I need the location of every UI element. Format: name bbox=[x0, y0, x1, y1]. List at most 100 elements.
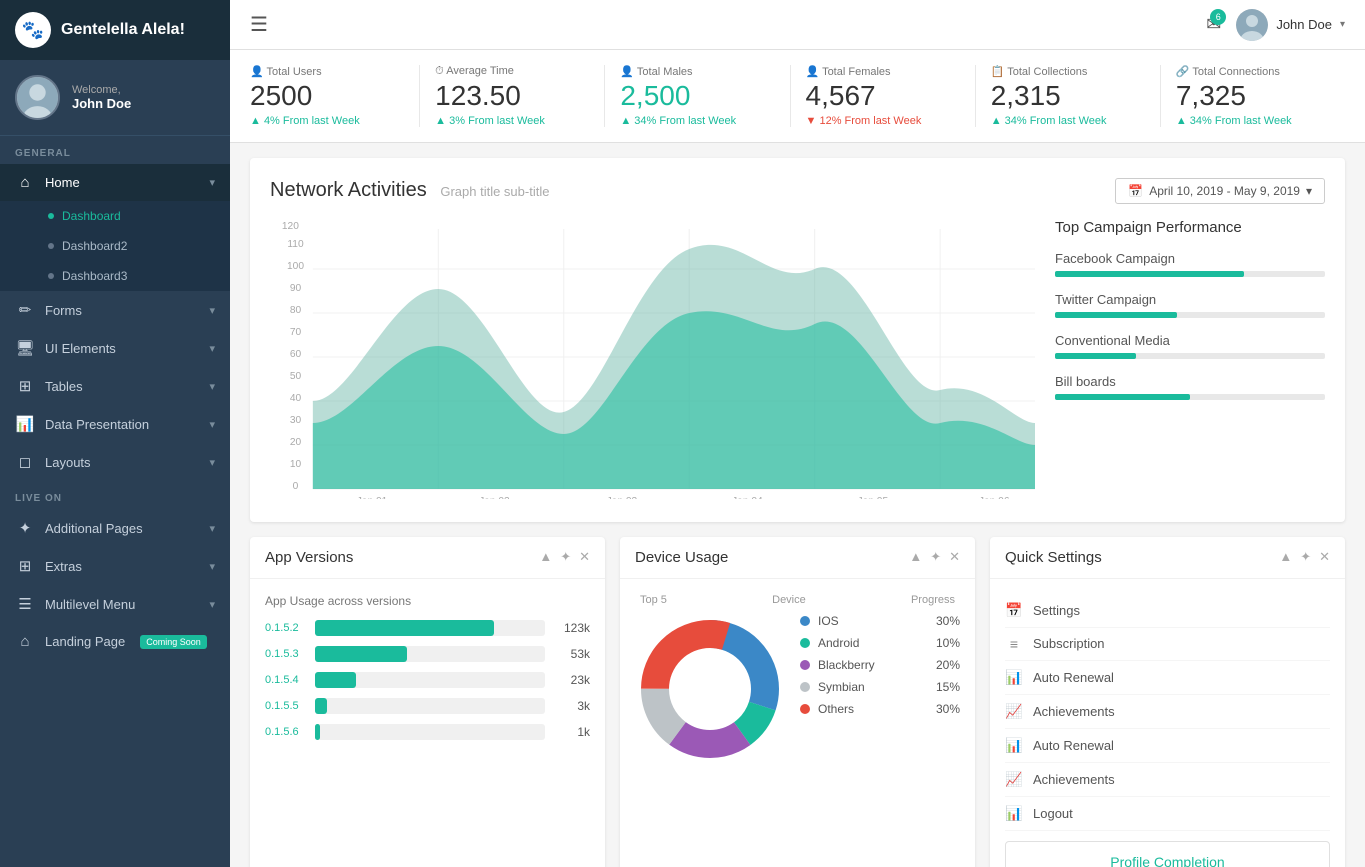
date-range-button[interactable]: 📅 April 10, 2019 - May 9, 2019 ▾ bbox=[1115, 178, 1325, 204]
chevron-up-icon-qs[interactable]: ▲ bbox=[1279, 549, 1292, 565]
network-subtitle: Graph title sub-title bbox=[440, 184, 549, 199]
notifications-button[interactable]: ✉ 6 bbox=[1206, 14, 1221, 35]
stat-change-1: ▲ 3% From last Week bbox=[435, 115, 589, 127]
version-bar-fill-4 bbox=[315, 724, 320, 740]
sidebar-item-forms[interactable]: ✏ Forms ▾ bbox=[0, 291, 230, 329]
sidebar-item-tables[interactable]: ⊞ Tables ▾ bbox=[0, 367, 230, 405]
settings-item-3[interactable]: 📈 Achievements bbox=[1005, 695, 1330, 729]
version-bar-bg-4 bbox=[315, 724, 545, 740]
stat-change-5: ▲ 34% From last Week bbox=[1176, 115, 1330, 127]
network-activities-card: Network Activities Graph title sub-title… bbox=[250, 158, 1345, 522]
stat-value-3: 4,567 bbox=[806, 81, 960, 112]
app-name: Gentelella Alela! bbox=[61, 21, 185, 39]
stat-change-2: ▲ 34% From last Week bbox=[620, 115, 774, 127]
sidebar-sub-item-dashboard[interactable]: Dashboard bbox=[0, 201, 230, 231]
sidebar-logo[interactable]: 🐾 Gentelella Alela! bbox=[0, 0, 230, 60]
svg-text:Jan 04: Jan 04 bbox=[732, 496, 763, 499]
device-name-3: Symbian bbox=[818, 680, 928, 694]
version-num-4: 0.1.5.6 bbox=[265, 726, 305, 738]
version-bar-fill-2 bbox=[315, 672, 356, 688]
sidebar-item-multilevel[interactable]: ☰ Multilevel Menu ▾ bbox=[0, 585, 230, 623]
device-list: IOS 30% Android 10% Blackberry 20% Symbi… bbox=[800, 614, 960, 724]
settings-item-icon-2: 📊 bbox=[1005, 669, 1023, 686]
campaign-item-0: Facebook Campaign bbox=[1055, 251, 1325, 277]
settings-item-5[interactable]: 📈 Achievements bbox=[1005, 763, 1330, 797]
version-bar-bg-2 bbox=[315, 672, 545, 688]
svg-text:0: 0 bbox=[293, 481, 299, 492]
settings-item-label-6: Logout bbox=[1033, 806, 1073, 821]
svg-text:Jan 01: Jan 01 bbox=[357, 496, 388, 499]
wrench-icon-av[interactable]: ✦ bbox=[560, 549, 571, 565]
sidebar-sub-item-dashboard3[interactable]: Dashboard3 bbox=[0, 261, 230, 291]
quick-settings-title: Quick Settings bbox=[1005, 549, 1102, 566]
hamburger-button[interactable]: ☰ bbox=[250, 12, 268, 37]
notification-badge: 6 bbox=[1210, 9, 1226, 25]
profile-completion-widget: Profile Completion 3,200% 100% bbox=[1005, 841, 1330, 867]
device-dot-0 bbox=[800, 616, 810, 626]
version-row-4: 0.1.5.6 1k bbox=[265, 724, 590, 740]
settings-item-2[interactable]: 📊 Auto Renewal bbox=[1005, 661, 1330, 695]
stat-item-0: 👤 Total Users 2500 ▲ 4% From last Week bbox=[250, 65, 420, 127]
sidebar-item-layouts[interactable]: ◻ Layouts ▾ bbox=[0, 443, 230, 481]
campaign-bar-bg-3 bbox=[1055, 394, 1325, 400]
data-icon: 📊 bbox=[15, 415, 35, 433]
close-icon-av[interactable]: ✕ bbox=[579, 549, 590, 565]
user-menu-button[interactable]: John Doe ▾ bbox=[1236, 9, 1345, 41]
general-section-label: GENERAL bbox=[0, 136, 230, 164]
sidebar-item-home[interactable]: ⌂ Home ▾ bbox=[0, 164, 230, 201]
chevron-icon-layouts: ▾ bbox=[209, 456, 215, 469]
sidebar-item-extras[interactable]: ⊞ Extras ▾ bbox=[0, 547, 230, 585]
stat-change-3: ▼ 12% From last Week bbox=[806, 115, 960, 127]
caret-icon: ▾ bbox=[1306, 184, 1312, 198]
version-rows: 0.1.5.2 123k 0.1.5.3 53k 0.1.5.4 23k 0.1… bbox=[265, 620, 590, 740]
app-usage-label: App Usage across versions bbox=[265, 594, 590, 608]
version-val-2: 23k bbox=[555, 673, 590, 687]
app-versions-card: App Versions ▲ ✦ ✕ App Usage across vers… bbox=[250, 537, 605, 867]
chevron-icon-additional: ▾ bbox=[209, 522, 215, 535]
close-icon-du[interactable]: ✕ bbox=[949, 549, 960, 565]
svg-text:20: 20 bbox=[290, 437, 302, 448]
device-row-4: Others 30% bbox=[800, 702, 960, 716]
settings-item-label-0: Settings bbox=[1033, 603, 1080, 618]
sidebar-item-landing-page[interactable]: ⌂ Landing Page Coming Soon bbox=[0, 623, 230, 660]
version-num-2: 0.1.5.4 bbox=[265, 674, 305, 686]
settings-item-4[interactable]: 📊 Auto Renewal bbox=[1005, 729, 1330, 763]
device-row-0: IOS 30% bbox=[800, 614, 960, 628]
chevron-icon-data: ▾ bbox=[209, 418, 215, 431]
chevron-up-icon-du[interactable]: ▲ bbox=[909, 549, 922, 565]
version-bar-bg-1 bbox=[315, 646, 545, 662]
wrench-icon-du[interactable]: ✦ bbox=[930, 549, 941, 565]
settings-item-1[interactable]: ≡ Subscription bbox=[1005, 628, 1330, 661]
welcome-text: Welcome, bbox=[72, 84, 131, 96]
stat-change-4: ▲ 34% From last Week bbox=[991, 115, 1145, 127]
sidebar-sub-item-dashboard2[interactable]: Dashboard2 bbox=[0, 231, 230, 261]
campaign-panel-title: Top Campaign Performance bbox=[1055, 219, 1325, 236]
close-icon-qs[interactable]: ✕ bbox=[1319, 549, 1330, 565]
campaign-item-3: Bill boards bbox=[1055, 374, 1325, 400]
settings-item-label-5: Achievements bbox=[1033, 772, 1115, 787]
sidebar-item-ui-elements[interactable]: 🖥 UI Elements ▾ bbox=[0, 329, 230, 367]
device-name-4: Others bbox=[818, 702, 928, 716]
campaign-panel: Top Campaign Performance Facebook Campai… bbox=[1055, 219, 1325, 502]
device-name-1: Android bbox=[818, 636, 928, 650]
content-area: Network Activities Graph title sub-title… bbox=[230, 143, 1365, 867]
stat-label-3: 👤 Total Females bbox=[806, 65, 960, 78]
extras-icon: ⊞ bbox=[15, 557, 35, 575]
sidebar-item-additional-pages[interactable]: ✦ Additional Pages ▾ bbox=[0, 509, 230, 547]
stat-label-0: 👤 Total Users bbox=[250, 65, 404, 78]
chevron-up-icon-av[interactable]: ▲ bbox=[539, 549, 552, 565]
wrench-icon-qs[interactable]: ✦ bbox=[1300, 549, 1311, 565]
svg-text:50: 50 bbox=[290, 371, 302, 382]
sub-dot-dashboard2 bbox=[48, 243, 54, 249]
stat-item-4: 📋 Total Collections 2,315 ▲ 34% From las… bbox=[976, 65, 1161, 127]
settings-item-0[interactable]: 📅 Settings bbox=[1005, 594, 1330, 628]
device-row-2: Blackberry 20% bbox=[800, 658, 960, 672]
stats-bar: 👤 Total Users 2500 ▲ 4% From last Week ⏱… bbox=[230, 50, 1365, 143]
network-title: Network Activities bbox=[270, 179, 427, 201]
version-val-4: 1k bbox=[555, 725, 590, 739]
settings-item-6[interactable]: 📊 Logout bbox=[1005, 797, 1330, 831]
device-row-3: Symbian 15% bbox=[800, 680, 960, 694]
sidebar-item-data-presentation[interactable]: 📊 Data Presentation ▾ bbox=[0, 405, 230, 443]
device-dot-1 bbox=[800, 638, 810, 648]
main-content: ☰ ✉ 6 John Doe ▾ 👤 Tota bbox=[230, 0, 1365, 867]
